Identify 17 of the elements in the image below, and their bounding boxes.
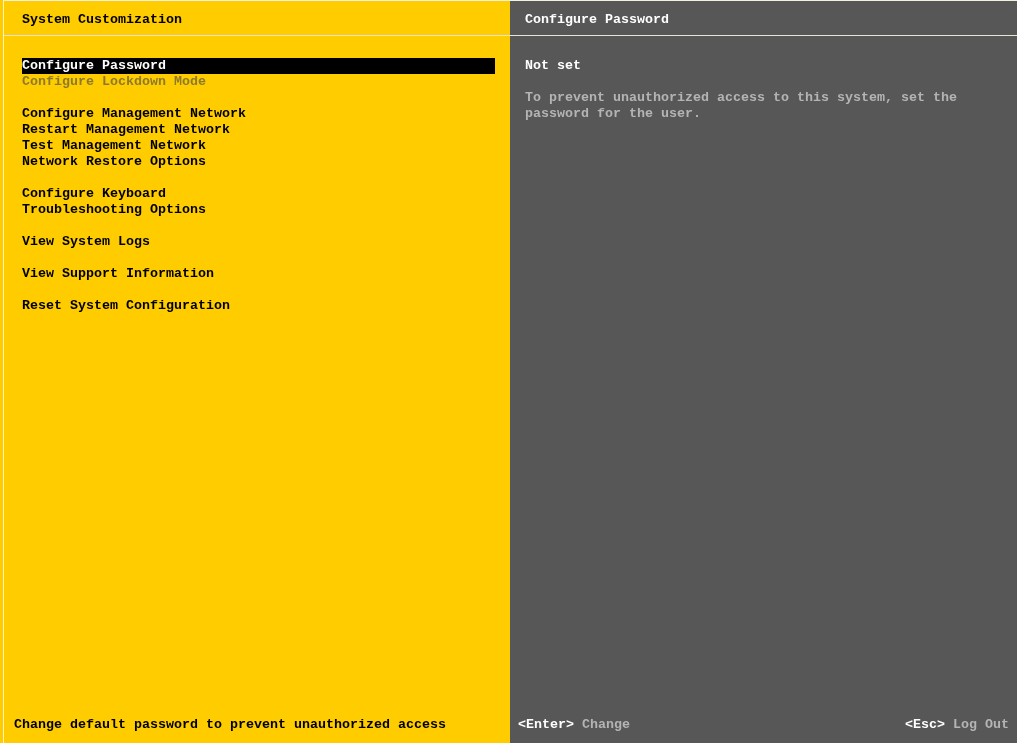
- key-label: <Enter>: [518, 717, 574, 732]
- menu-item[interactable]: View System Logs: [22, 234, 495, 250]
- panel-title: Configure Password: [525, 11, 669, 28]
- hint-text: Change default password to prevent unauthorized access: [14, 717, 446, 733]
- menu-item[interactable]: Troubleshooting Options: [22, 202, 495, 218]
- description-text: To prevent unauthorized access to this system, set the password for the user.: [525, 90, 958, 122]
- menu-item[interactable]: Configure Password: [22, 58, 495, 74]
- status-text: Not set: [525, 58, 582, 74]
- menu-item[interactable]: View Support Information: [22, 266, 495, 282]
- menu-item[interactable]: Configure Keyboard: [22, 186, 495, 202]
- panel-title: System Customization: [22, 11, 182, 28]
- menu-item[interactable]: Test Management Network: [22, 138, 495, 154]
- menu-item[interactable]: Configure Management Network: [22, 106, 495, 122]
- menu-item[interactable]: Reset System Configuration: [22, 298, 495, 314]
- menu-item[interactable]: Restart Management Network: [22, 122, 495, 138]
- menu-item[interactable]: Network Restore Options: [22, 154, 495, 170]
- key-label: <Esc>: [905, 717, 945, 732]
